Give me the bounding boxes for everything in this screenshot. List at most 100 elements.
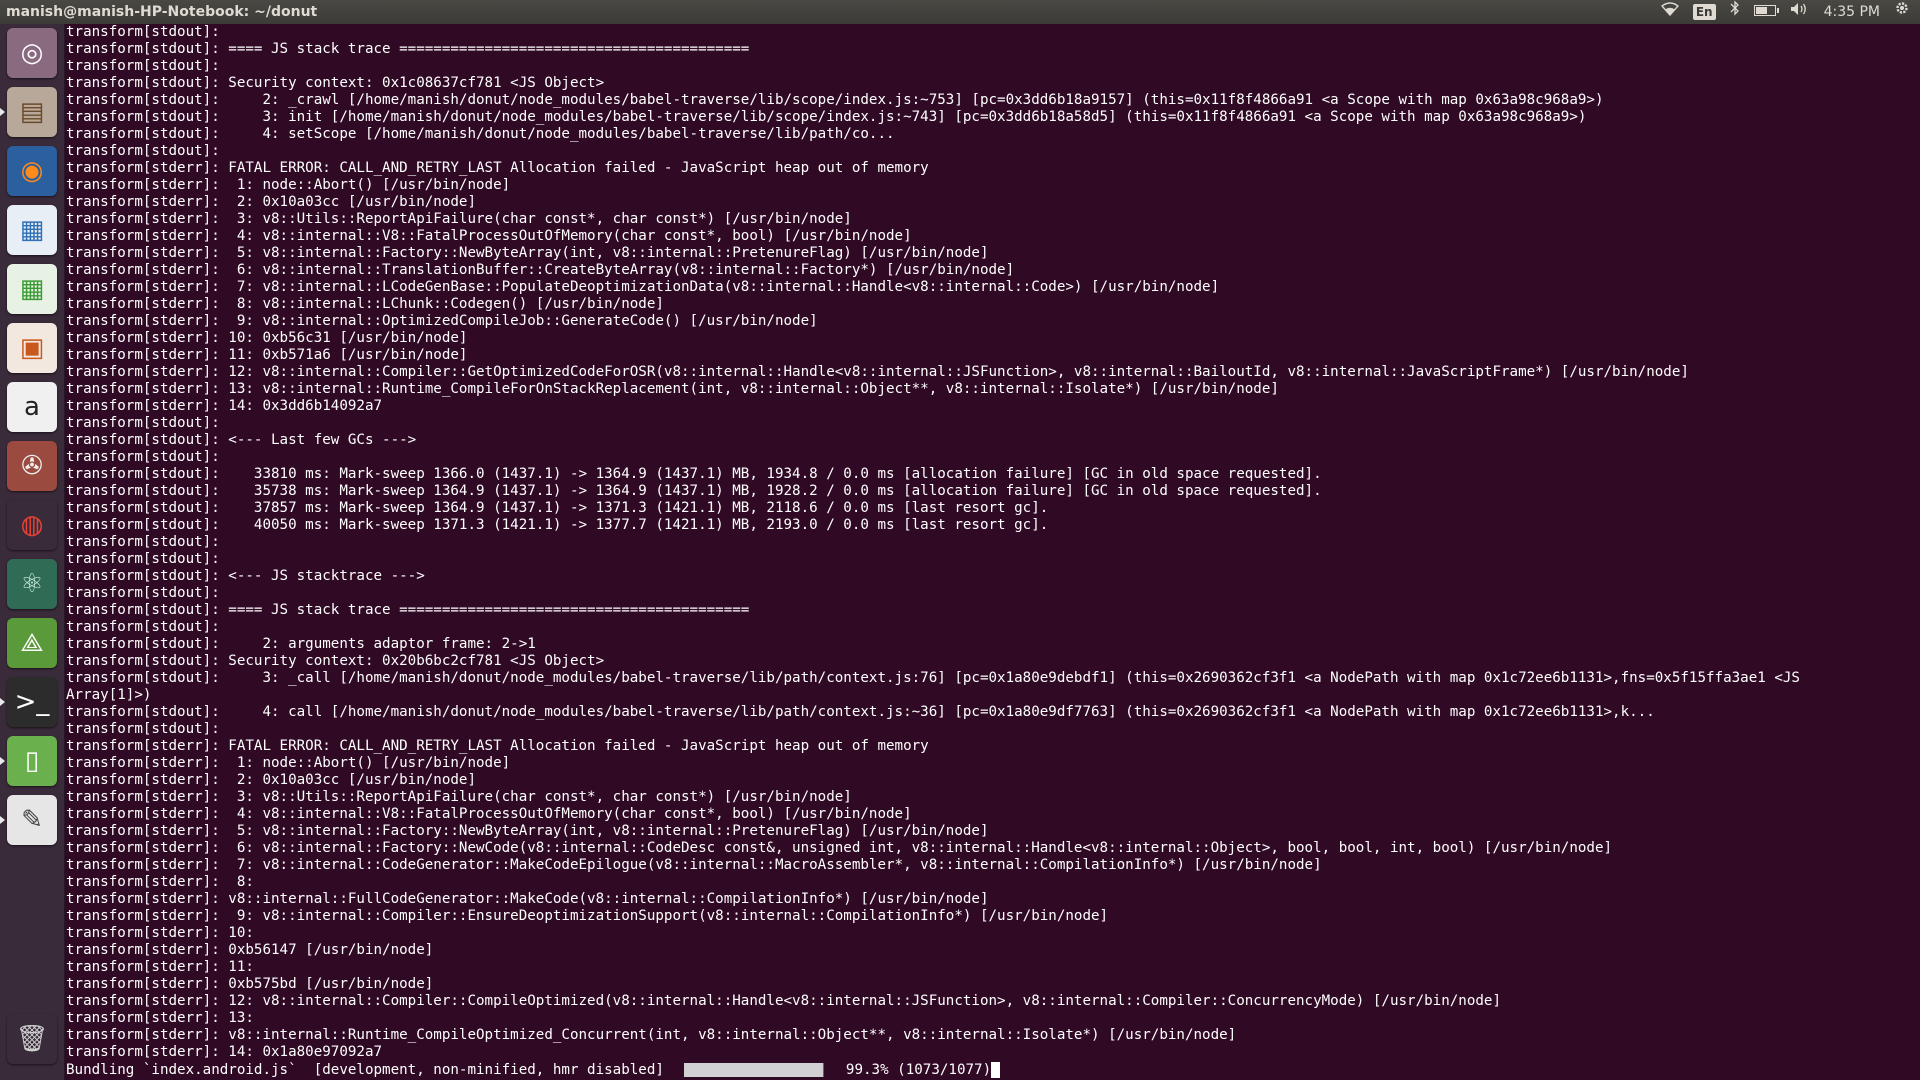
running-app-indicator	[0, 816, 5, 824]
terminal-line: transform[stdout]: 33810 ms: Mark-sweep …	[66, 466, 1322, 482]
terminal-line: transform[stdout]: 2: arguments adaptor …	[66, 636, 536, 652]
terminal-line: transform[stdout]:	[66, 619, 220, 635]
terminal-line: transform[stderr]: 0xb56147 [/usr/bin/no…	[66, 942, 434, 958]
bundle-progress-text: 99.3% (1073/1077)	[845, 1061, 992, 1078]
terminal-line: transform[stdout]: ==== JS stack trace =…	[66, 41, 750, 57]
launcher-item-system-settings[interactable]: ✇	[7, 441, 57, 491]
terminal-line: transform[stdout]: 4: setScope [/home/ma…	[66, 126, 895, 142]
terminal-line: transform[stdout]: 3: _call [/home/manis…	[66, 670, 1800, 686]
terminal-line: transform[stdout]: 2: _crawl [/home/mani…	[66, 92, 1604, 108]
terminal-output[interactable]: transform[stdout]: transform[stdout]: ===…	[66, 24, 1916, 1061]
running-app-indicator	[0, 757, 5, 765]
terminal-line: transform[stderr]: 12: v8::internal::Com…	[66, 993, 1501, 1009]
launcher-item-chrome[interactable]: ◍	[7, 500, 57, 550]
terminal-line: transform[stderr]: 6: v8::internal::Fact…	[66, 840, 1613, 856]
file-cabinet-icon: ▤	[19, 97, 45, 127]
terminal-line: transform[stdout]:	[66, 721, 220, 737]
terminal-line: transform[stderr]: FATAL ERROR: CALL_AND…	[66, 738, 929, 754]
running-app-indicator	[0, 698, 5, 706]
terminal-line: transform[stderr]: 14: 0x1a80e97092a7	[66, 1044, 383, 1060]
launcher-item-files[interactable]: ▤	[7, 87, 57, 137]
launcher-item-android-emulator[interactable]: ▯	[7, 736, 57, 786]
terminal-line: transform[stderr]: 9: v8::internal::Opti…	[66, 313, 818, 329]
launcher: ◎ ▤ ◉ ▦ ▦ ▣ a ✇ ◍ ⚛ ⟁ >_ ▯ ✎ 🗑	[0, 24, 65, 1080]
launcher-item-libreoffice-writer[interactable]: ▦	[7, 205, 57, 255]
terminal-line: transform[stderr]: 8: v8::internal::LChu…	[66, 296, 664, 312]
terminal-line: transform[stderr]: 3: v8::Utils::ReportA…	[66, 789, 852, 805]
settings-gear-icon[interactable]	[1894, 0, 1910, 24]
terminal-line: transform[stdout]:	[66, 551, 220, 567]
terminal-line: transform[stderr]: 13:	[66, 1010, 254, 1026]
terminal-line: transform[stdout]: <--- JS stacktrace --…	[66, 568, 425, 584]
launcher-item-dash-home[interactable]: ◎	[7, 28, 57, 78]
firefox-icon: ◉	[20, 156, 44, 186]
launcher-item-libreoffice-calc[interactable]: ▦	[7, 264, 57, 314]
terminal-line: transform[stdout]: 35738 ms: Mark-sweep …	[66, 483, 1322, 499]
terminal-line: transform[stdout]: Security context: 0x2…	[66, 653, 605, 669]
battery-icon[interactable]	[1753, 0, 1779, 24]
terminal-line: transform[stderr]: 4: v8::internal::V8::…	[66, 806, 912, 822]
terminal-line: transform[stderr]: 2: 0x10a03cc [/usr/bi…	[66, 194, 476, 210]
terminal-line: transform[stderr]: 11:	[66, 959, 254, 975]
terminal-line: transform[stdout]: Security context: 0x1…	[66, 75, 605, 91]
launcher-item-terminal[interactable]: >_	[7, 677, 57, 727]
atom-icon: ⚛	[20, 569, 44, 599]
launcher-item-text-editor[interactable]: ✎	[7, 795, 57, 845]
launcher-item-trash[interactable]: 🗑	[7, 1014, 57, 1064]
spreadsheet-icon: ▦	[19, 274, 45, 304]
terminal-line: transform[stderr]: FATAL ERROR: CALL_AND…	[66, 160, 929, 176]
terminal-line: transform[stderr]: 8:	[66, 874, 254, 890]
terminal-line: transform[stderr]: 10: 0xb56c31 [/usr/bi…	[66, 330, 468, 346]
terminal-icon: >_	[14, 687, 50, 717]
terminal-line: transform[stderr]: 1: node::Abort() [/us…	[66, 177, 511, 193]
launcher-item-atom[interactable]: ⚛	[7, 559, 57, 609]
window-title: manish@manish-HP-Notebook: ~/donut	[6, 4, 318, 20]
terminal-line: transform[stdout]:	[66, 143, 220, 159]
top-panel: manish@manish-HP-Notebook: ~/donut En 4:…	[0, 0, 1920, 24]
terminal-line: transform[stderr]: 3: v8::Utils::ReportA…	[66, 211, 852, 227]
terminal-line: transform[stderr]: 11: 0xb571a6 [/usr/bi…	[66, 347, 468, 363]
terminal-line: Array[1]>)	[66, 687, 152, 703]
terminal-line: transform[stderr]: 6: v8::internal::Tran…	[66, 262, 1015, 278]
bundle-progress-fill	[683, 1062, 823, 1077]
keyboard-layout-indicator[interactable]: En	[1692, 4, 1716, 20]
terminal-line: transform[stderr]: 1: node::Abort() [/us…	[66, 755, 511, 771]
wrench-gear-icon: ✇	[21, 451, 43, 481]
presentation-icon: ▣	[19, 333, 45, 363]
terminal-line: transform[stderr]: 4: v8::internal::V8::…	[66, 228, 912, 244]
terminal-line: transform[stderr]: 7: v8::internal::LCod…	[66, 279, 1220, 295]
terminal-line: transform[stdout]:	[66, 58, 220, 74]
terminal-line: transform[stderr]: 5: v8::internal::Fact…	[66, 823, 989, 839]
terminal-line: transform[stderr]: 9: v8::internal::Comp…	[66, 908, 1109, 924]
terminal-line: transform[stdout]: 40050 ms: Mark-sweep …	[66, 517, 1049, 533]
launcher-item-android-studio[interactable]: ⟁	[7, 618, 57, 668]
terminal-line: transform[stdout]: 3: init [/home/manish…	[66, 109, 1587, 125]
running-app-indicator	[0, 108, 5, 116]
wifi-icon[interactable]	[1660, 0, 1679, 24]
volume-icon[interactable]	[1790, 0, 1810, 24]
terminal-line: transform[stdout]: 37857 ms: Mark-sweep …	[66, 500, 1049, 516]
terminal-line: transform[stderr]: 13: v8::internal::Run…	[66, 381, 1279, 397]
bundle-progress-bar	[683, 1062, 824, 1077]
terminal-line: transform[stderr]: v8::internal::FullCod…	[66, 891, 989, 907]
terminal-line: transform[stderr]: 10:	[66, 925, 254, 941]
amazon-icon: a	[24, 392, 40, 422]
terminal-line: transform[stdout]:	[66, 449, 220, 465]
terminal-line: transform[stdout]: ==== JS stack trace =…	[66, 602, 750, 618]
trash-icon: 🗑	[15, 1024, 49, 1054]
terminal-line: transform[stderr]: v8::internal::Runtime…	[66, 1027, 1237, 1043]
bluetooth-icon[interactable]	[1730, 0, 1740, 24]
terminal-line: transform[stdout]:	[66, 415, 220, 431]
terminal-line: transform[stderr]: 12: v8::internal::Com…	[66, 364, 1689, 380]
indicator-area: En 4:35 PM	[1660, 0, 1920, 24]
terminal-cursor	[991, 1061, 1001, 1078]
terminal-window[interactable]: transform[stdout]: transform[stdout]: ===…	[66, 24, 1916, 1080]
terminal-line: transform[stdout]: <--- Last few GCs ---…	[66, 432, 417, 448]
launcher-item-libreoffice-impress[interactable]: ▣	[7, 323, 57, 373]
clock[interactable]: 4:35 PM	[1824, 0, 1880, 24]
terminal-line: transform[stderr]: 5: v8::internal::Fact…	[66, 245, 989, 261]
launcher-item-firefox[interactable]: ◉	[7, 146, 57, 196]
document-icon: ▦	[19, 215, 45, 245]
launcher-item-amazon[interactable]: a	[7, 382, 57, 432]
terminal-line: transform[stdout]:	[66, 534, 220, 550]
